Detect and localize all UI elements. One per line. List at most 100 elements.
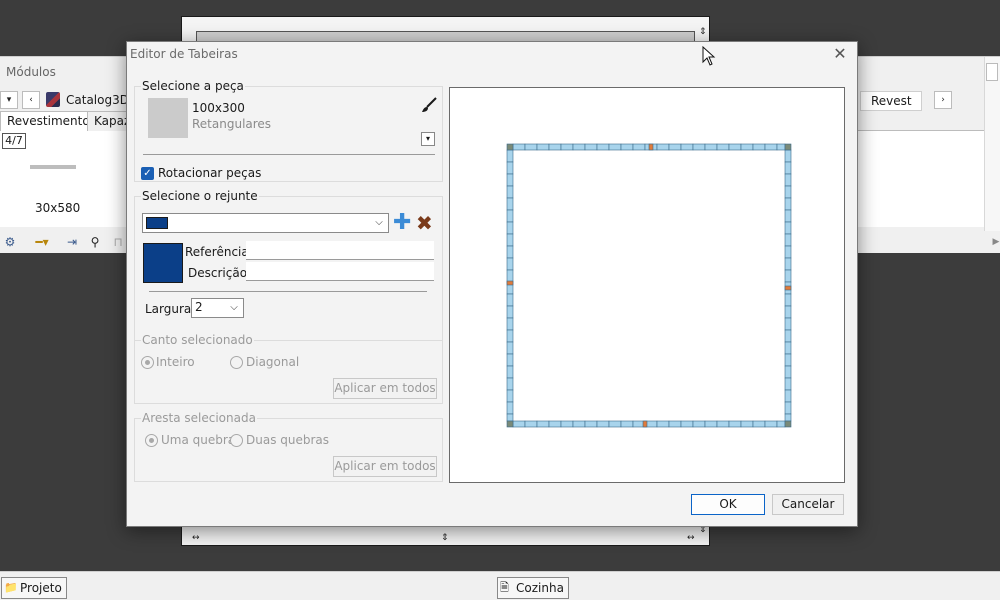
- border-tile[interactable]: [784, 209, 792, 223]
- width-select[interactable]: 2 ⌵: [191, 298, 244, 318]
- edge-one-break-radio[interactable]: [145, 434, 158, 447]
- border-tile[interactable]: [704, 420, 718, 428]
- border-tile[interactable]: [784, 149, 792, 163]
- border-tile[interactable]: [728, 420, 742, 428]
- border-tile[interactable]: [776, 420, 786, 428]
- border-tile[interactable]: [506, 233, 514, 247]
- chevron-right-icon[interactable]: ›: [934, 91, 952, 109]
- delete-icon[interactable]: ✖: [416, 213, 433, 233]
- border-tile[interactable]: [784, 233, 792, 247]
- border-tile[interactable]: [506, 317, 514, 331]
- status-item-cozinha[interactable]: 🗎 Cozinha: [497, 577, 569, 599]
- border-tile[interactable]: [506, 269, 514, 283]
- border-tile[interactable]: [752, 143, 766, 151]
- border-tile[interactable]: [506, 161, 514, 175]
- border-tile[interactable]: [548, 143, 562, 151]
- border-tile[interactable]: [784, 377, 792, 391]
- settings-icon[interactable]: ⚙: [2, 234, 18, 250]
- border-tile[interactable]: [784, 293, 792, 307]
- border-tile[interactable]: [512, 420, 526, 428]
- border-tile[interactable]: [596, 420, 610, 428]
- border-tile[interactable]: [740, 143, 754, 151]
- corner-inteiro-radio[interactable]: [141, 356, 154, 369]
- chevron-left-icon[interactable]: ‹: [22, 91, 40, 109]
- border-tile[interactable]: [784, 329, 792, 343]
- corner-apply-all-button[interactable]: Aplicar em todos: [333, 378, 437, 399]
- add-icon[interactable]: ✚: [393, 212, 411, 234]
- border-corner[interactable]: [784, 143, 792, 151]
- edge-apply-all-button[interactable]: Aplicar em todos: [333, 456, 437, 477]
- border-tile[interactable]: [784, 341, 792, 355]
- border-tile[interactable]: [608, 420, 622, 428]
- border-tile[interactable]: [536, 143, 550, 151]
- resize-arrow-icon[interactable]: ↔: [192, 533, 200, 543]
- border-tile[interactable]: [784, 197, 792, 211]
- border-corner[interactable]: [506, 420, 514, 428]
- border-tile[interactable]: [506, 173, 514, 187]
- border-tile[interactable]: [506, 245, 514, 259]
- border-tile[interactable]: [620, 143, 634, 151]
- border-tile[interactable]: [668, 420, 682, 428]
- border-corner[interactable]: [784, 420, 792, 428]
- rotate-pieces-checkbox[interactable]: ✓: [141, 167, 154, 180]
- catalog-selector[interactable]: Catalog3D: [44, 91, 135, 109]
- border-tile[interactable]: [692, 143, 706, 151]
- border-tile[interactable]: [656, 420, 670, 428]
- binoculars-icon[interactable]: ⚲: [87, 234, 103, 250]
- border-tile[interactable]: [506, 293, 514, 307]
- border-tile[interactable]: [506, 197, 514, 211]
- edge-break-marker[interactable]: [506, 280, 514, 286]
- border-tile[interactable]: [506, 149, 514, 163]
- border-tile[interactable]: [560, 143, 574, 151]
- lock-icon[interactable]: ⊓: [110, 234, 126, 250]
- border-tile[interactable]: [506, 257, 514, 271]
- border-tile[interactable]: [692, 420, 706, 428]
- border-tile[interactable]: [524, 420, 538, 428]
- border-tile[interactable]: [584, 143, 598, 151]
- edge-break-marker[interactable]: [642, 420, 648, 428]
- border-tile[interactable]: [506, 329, 514, 343]
- border-tile[interactable]: [716, 143, 730, 151]
- border-tile[interactable]: [548, 420, 562, 428]
- border-tile[interactable]: [668, 143, 682, 151]
- border-tile[interactable]: [536, 420, 550, 428]
- border-tile[interactable]: [784, 161, 792, 175]
- edge-two-breaks-radio[interactable]: [230, 434, 243, 447]
- border-tile[interactable]: [784, 257, 792, 271]
- border-tile[interactable]: [506, 377, 514, 391]
- border-tile[interactable]: [632, 143, 646, 151]
- border-tile[interactable]: [784, 353, 792, 367]
- border-tile[interactable]: [656, 143, 670, 151]
- border-tile[interactable]: [784, 413, 792, 422]
- chevron-right-icon[interactable]: ▶: [988, 234, 1000, 250]
- border-tile[interactable]: [506, 221, 514, 235]
- border-tile[interactable]: [596, 143, 610, 151]
- border-tile[interactable]: [506, 353, 514, 367]
- brush-icon[interactable]: [420, 96, 438, 114]
- border-tile[interactable]: [584, 420, 598, 428]
- corner-diagonal-radio[interactable]: [230, 356, 243, 369]
- revest-tab[interactable]: Revest: [860, 91, 922, 111]
- line-style-icon[interactable]: ━▾: [30, 234, 54, 250]
- border-tile[interactable]: [716, 420, 730, 428]
- tab-kapazi[interactable]: Kapazi: [87, 111, 129, 131]
- border-tile[interactable]: [512, 143, 526, 151]
- border-tile[interactable]: [506, 305, 514, 319]
- resize-arrow-icon[interactable]: ↔: [687, 533, 695, 543]
- border-tile[interactable]: [784, 401, 792, 415]
- border-tile[interactable]: [506, 365, 514, 379]
- border-tile[interactable]: [784, 185, 792, 199]
- reference-field[interactable]: [246, 241, 434, 260]
- edge-break-marker[interactable]: [784, 285, 792, 291]
- chevron-down-icon[interactable]: ▾: [0, 91, 18, 109]
- border-tile[interactable]: [680, 420, 694, 428]
- close-icon[interactable]: ✕: [831, 45, 849, 63]
- status-item-projeto[interactable]: 📁 Projeto: [1, 577, 67, 599]
- border-preview[interactable]: [449, 87, 845, 483]
- border-tile[interactable]: [572, 143, 586, 151]
- piece-thumbnail[interactable]: [148, 98, 188, 138]
- border-tile[interactable]: [506, 209, 514, 223]
- border-tile[interactable]: [752, 420, 766, 428]
- edge-break-marker[interactable]: [648, 143, 654, 151]
- border-tile[interactable]: [620, 420, 634, 428]
